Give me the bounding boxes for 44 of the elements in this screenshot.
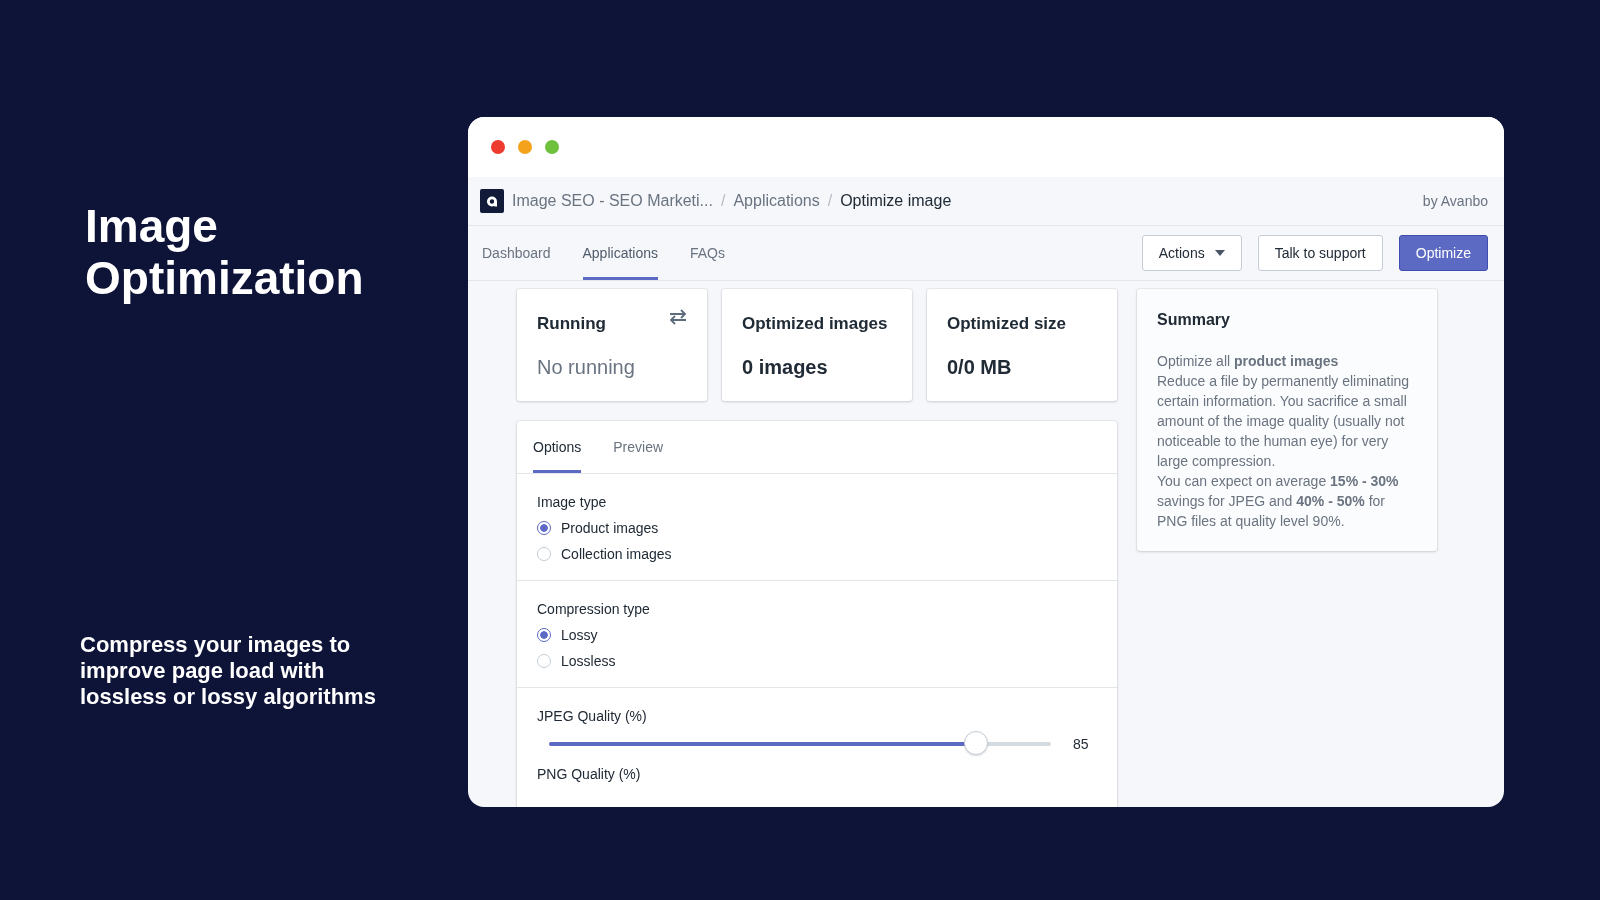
radio-label[interactable]: Lossless [561, 653, 616, 669]
panel-tab[interactable]: Options [533, 421, 582, 473]
summary-text: You can expect on average 15% - 30% savings for JPEG and 40% - 50% for PNG files at quality level 90%. [1157, 472, 1400, 531]
minimize-light-icon[interactable] [518, 140, 532, 154]
radio-button[interactable] [537, 521, 551, 535]
radio-label[interactable]: Product images [561, 520, 659, 536]
caret-icon [1214, 250, 1225, 256]
support-button[interactable]: Talk to support [1257, 235, 1383, 271]
nav-tab[interactable]: Dashboard [482, 226, 551, 280]
breadcrumb-separator: / [720, 192, 726, 210]
slider-thumb[interactable] [963, 731, 988, 755]
radio-label[interactable]: Collection images [561, 546, 672, 562]
panel-tab[interactable]: Preview [613, 421, 664, 473]
summary-text: Reduce a file by permanently eliminating certain information. You sacrifice a small amount of the image quality (usually not noticeable to the human eye) for very large compression. [1157, 372, 1411, 471]
breadcrumb-separator: / [827, 192, 833, 210]
radio-label[interactable]: Lossy [561, 627, 598, 643]
radio-button[interactable] [537, 628, 551, 642]
optimize-button[interactable]: Optimize [1398, 235, 1488, 271]
swap-arrows-icon[interactable] [669, 309, 687, 325]
group-label: Compression type [537, 601, 651, 617]
breadcrumb-item[interactable]: Image SEO - SEO Marketi... [512, 192, 713, 210]
nav-tab[interactable]: Applications [582, 226, 658, 280]
app-logo-icon [480, 189, 504, 213]
stat-value: 0/0 MB [947, 356, 1013, 379]
nav-tab[interactable]: FAQs [690, 226, 725, 280]
maximize-light-icon[interactable] [545, 140, 559, 154]
summary-title: Summary [1157, 311, 1231, 329]
stat-value: No running [537, 356, 636, 379]
byline: by Avanbo [1422, 193, 1488, 209]
group-label: Image type [537, 494, 608, 510]
slider-value: 85 [1073, 736, 1090, 752]
summary-text: Optimize all product images [1157, 352, 1340, 371]
close-light-icon[interactable] [491, 140, 505, 154]
breadcrumb-item[interactable]: Applications [733, 192, 820, 210]
stat-title: Optimized size [947, 313, 1067, 334]
stat-title: Optimized images [742, 313, 888, 334]
slider-label: PNG Quality (%) [537, 766, 642, 782]
slider-label: JPEG Quality (%) [537, 708, 648, 724]
stat-value: 0 images [742, 356, 829, 379]
promo-subtitle: Compress your images to improve page load with lossless or lossy algorithms [80, 632, 377, 710]
actions-dropdown[interactable]: Actions [1141, 235, 1242, 271]
breadcrumb-item: Optimize image [840, 192, 952, 210]
stat-title: Running [537, 313, 606, 334]
promo-title: Image Optimization [85, 200, 365, 304]
